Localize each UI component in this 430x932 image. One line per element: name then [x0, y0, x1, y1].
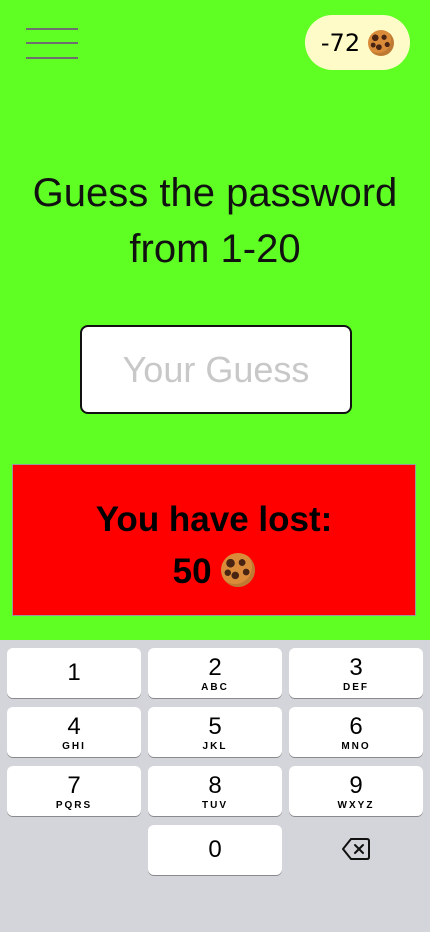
result-amount-line: 50: [13, 550, 415, 594]
keyboard-key-2[interactable]: 2 ABC: [148, 648, 282, 698]
cookie-icon: [221, 553, 256, 587]
keyboard-key-0[interactable]: 0: [148, 825, 282, 875]
keyboard-key-9[interactable]: 9 WXYZ: [289, 766, 423, 816]
key-digit: 7: [67, 772, 81, 799]
key-letters: PQRS: [55, 800, 93, 811]
title-line-2: from 1-20: [129, 227, 301, 271]
hamburger-menu-icon[interactable]: [26, 26, 78, 62]
key-letters: MNO: [341, 741, 371, 752]
cookie-balance-badge: -72: [305, 15, 410, 70]
key-digit: 5: [208, 713, 222, 740]
key-digit: 2: [208, 654, 222, 681]
key-digit: 9: [349, 772, 363, 799]
result-banner: You have lost: 50: [12, 464, 416, 616]
page-title: Guess the password from 1-20: [0, 165, 430, 277]
key-digit: 3: [349, 654, 363, 681]
key-letters: GHI: [62, 741, 86, 752]
result-amount: 50: [172, 552, 212, 591]
result-message: You have lost:: [95, 500, 333, 539]
key-digit: 1: [67, 659, 81, 686]
key-digit: 8: [208, 772, 222, 799]
menu-bar: [26, 42, 78, 44]
backspace-icon: [342, 838, 370, 860]
numeric-keyboard: 1 2 ABC 3 DEF 4 GHI 5 JKL 6 MNO 7 PQRS 8…: [0, 640, 430, 932]
key-letters: DEF: [343, 682, 369, 693]
cookie-balance-count: -72: [320, 28, 361, 57]
menu-bar: [26, 28, 78, 30]
title-line-1: Guess the password: [32, 171, 398, 215]
keyboard-key-1[interactable]: 1: [7, 648, 141, 698]
key-digit: 4: [67, 713, 81, 740]
guess-input[interactable]: [80, 325, 352, 414]
menu-bar: [26, 57, 78, 59]
keyboard-key-3[interactable]: 3 DEF: [289, 648, 423, 698]
key-letters: WXYZ: [337, 800, 375, 811]
key-letters: TUV: [202, 800, 228, 811]
backspace-button[interactable]: [289, 824, 423, 874]
keyboard-key-7[interactable]: 7 PQRS: [7, 766, 141, 816]
key-digit: 0: [208, 836, 222, 863]
keyboard-key-8[interactable]: 8 TUV: [148, 766, 282, 816]
keyboard-key-5[interactable]: 5 JKL: [148, 707, 282, 757]
key-letters: ABC: [201, 682, 229, 693]
key-letters: JKL: [202, 741, 228, 752]
cookie-icon: [368, 29, 395, 56]
key-digit: 6: [349, 713, 363, 740]
keyboard-key-6[interactable]: 6 MNO: [289, 707, 423, 757]
keyboard-key-4[interactable]: 4 GHI: [7, 707, 141, 757]
